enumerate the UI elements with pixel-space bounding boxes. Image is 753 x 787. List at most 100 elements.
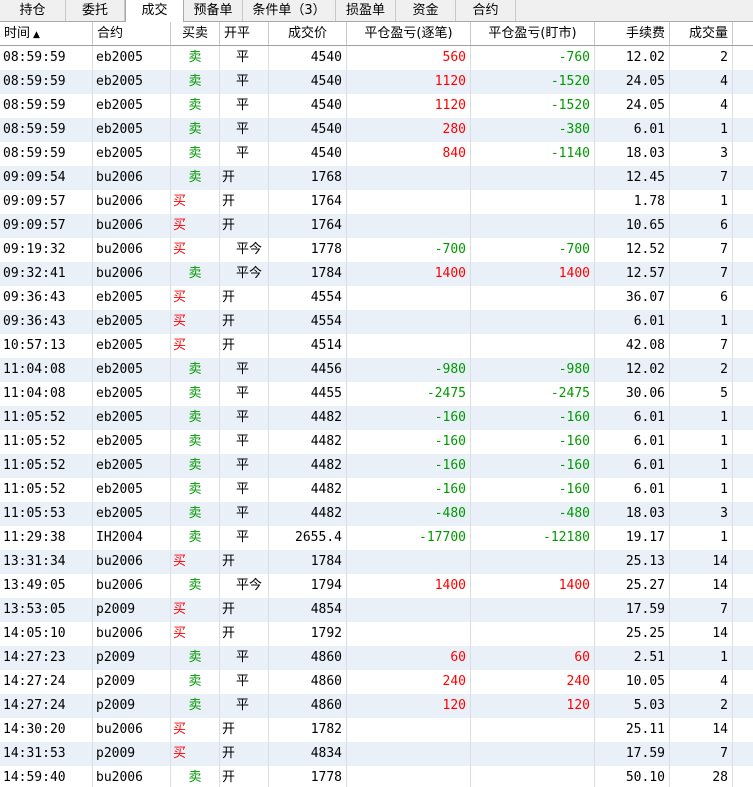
table-row[interactable]: 11:29:38 IH2004 卖平 2655.4 -17700 -12180 19.17 1	[0, 526, 753, 550]
table-row[interactable]: 09:09:57 bu2006 买开 1764 10.65 6	[0, 214, 753, 238]
table-row[interactable]: 13:53:05 p2009 买开 4854 17.59 7	[0, 598, 753, 622]
cell-time: 08:59:59	[0, 70, 93, 94]
table-row[interactable]: 14:27:24 p2009 卖平 4860 120 120 5.03 2	[0, 694, 753, 718]
cell-pnl-mtm	[471, 166, 595, 190]
header-open-close-label: 开平	[224, 26, 251, 41]
cell-side: 卖	[171, 574, 220, 598]
cell-contract: bu2006	[93, 262, 171, 286]
table-row[interactable]: 11:04:08 eb2005 卖平 4455 -2475 -2475 30.06 5	[0, 382, 753, 406]
tab-trades[interactable]: 成交	[125, 0, 184, 22]
cell-pnl-trade: 1400	[347, 574, 471, 598]
header-time[interactable]: 时间 ▲	[0, 22, 93, 45]
cell-volume: 14	[670, 574, 733, 598]
cell-filler	[733, 46, 753, 70]
header-pnl-mtm[interactable]: 平仓盈亏(盯市)	[471, 22, 595, 45]
cell-volume: 14	[670, 550, 733, 574]
cell-price: 4860	[269, 694, 347, 718]
cell-contract: eb2005	[93, 406, 171, 430]
cell-price: 4554	[269, 310, 347, 334]
tab-stop-profit-loss[interactable]: 损盈单	[336, 0, 396, 21]
table-row[interactable]: 09:32:41 bu2006 卖平今 1784 1400 1400 12.57 7	[0, 262, 753, 286]
table-row[interactable]: 08:59:59 eb2005 卖平 4540 840 -1140 18.03 3	[0, 142, 753, 166]
cell-filler	[733, 94, 753, 118]
table-row[interactable]: 11:05:53 eb2005 卖平 4482 -480 -480 18.03 3	[0, 502, 753, 526]
header-time-label: 时间	[4, 26, 31, 41]
cell-contract: eb2005	[93, 70, 171, 94]
cell-pnl-mtm: -160	[471, 430, 595, 454]
cell-volume: 7	[670, 166, 733, 190]
cell-filler	[733, 142, 753, 166]
cell-open-close: 平	[220, 430, 269, 454]
header-side[interactable]: 买卖	[171, 22, 220, 45]
table-row[interactable]: 11:05:52 eb2005 卖平 4482 -160 -160 6.01 1	[0, 478, 753, 502]
tab-orders[interactable]: 委托	[66, 0, 125, 21]
cell-side: 卖	[171, 382, 220, 406]
cell-price: 4514	[269, 334, 347, 358]
table-row[interactable]: 09:09:57 bu2006 买开 1764 1.78 1	[0, 190, 753, 214]
table-row[interactable]: 08:59:59 eb2005 卖平 4540 1120 -1520 24.05 4	[0, 70, 753, 94]
cell-time: 11:05:52	[0, 478, 93, 502]
table-row[interactable]: 09:36:43 eb2005 买开 4554 6.01 1	[0, 310, 753, 334]
cell-price: 4482	[269, 478, 347, 502]
header-pnl-trade[interactable]: 平仓盈亏(逐笔)	[347, 22, 471, 45]
cell-pnl-trade: -17700	[347, 526, 471, 550]
table-row[interactable]: 14:31:53 p2009 买开 4834 17.59 7	[0, 742, 753, 766]
table-row[interactable]: 09:36:43 eb2005 买开 4554 36.07 6	[0, 286, 753, 310]
header-price[interactable]: 成交价	[269, 22, 347, 45]
cell-pnl-trade: -160	[347, 430, 471, 454]
cell-price: 4860	[269, 670, 347, 694]
cell-side: 卖	[171, 46, 220, 70]
table-row[interactable]: 11:04:08 eb2005 卖平 4456 -980 -980 12.02 2	[0, 358, 753, 382]
table-row[interactable]: 11:05:52 eb2005 卖平 4482 -160 -160 6.01 1	[0, 430, 753, 454]
cell-contract: bu2006	[93, 190, 171, 214]
cell-pnl-mtm	[471, 190, 595, 214]
cell-pnl-mtm	[471, 286, 595, 310]
table-row[interactable]: 08:59:59 eb2005 卖平 4540 1120 -1520 24.05 4	[0, 94, 753, 118]
cell-fee: 18.03	[595, 142, 670, 166]
table-row[interactable]: 13:49:05 bu2006 卖平今 1794 1400 1400 25.27 14	[0, 574, 753, 598]
tab-contracts[interactable]: 合约	[456, 0, 516, 21]
table-row[interactable]: 11:05:52 eb2005 卖平 4482 -160 -160 6.01 1	[0, 454, 753, 478]
cell-open-close: 开	[220, 742, 269, 766]
cell-price: 4540	[269, 94, 347, 118]
table-row[interactable]: 14:05:10 bu2006 买开 1792 25.25 14	[0, 622, 753, 646]
tab-funds[interactable]: 资金	[396, 0, 456, 21]
cell-time: 09:09:57	[0, 190, 93, 214]
cell-volume: 1	[670, 430, 733, 454]
table-row[interactable]: 08:59:59 eb2005 卖平 4540 280 -380 6.01 1	[0, 118, 753, 142]
cell-side: 买	[171, 742, 220, 766]
cell-side: 卖	[171, 670, 220, 694]
cell-price: 4482	[269, 502, 347, 526]
table-row[interactable]: 09:09:54 bu2006 卖开 1768 12.45 7	[0, 166, 753, 190]
cell-pnl-trade	[347, 334, 471, 358]
table-row[interactable]: 09:19:32 bu2006 买平今 1778 -700 -700 12.52 7	[0, 238, 753, 262]
table-row[interactable]: 08:59:59 eb2005 卖平 4540 560 -760 12.02 2	[0, 46, 753, 70]
tab-positions[interactable]: 持仓	[0, 0, 66, 21]
table-row[interactable]: 14:27:23 p2009 卖平 4860 60 60 2.51 1	[0, 646, 753, 670]
header-volume[interactable]: 成交量	[670, 22, 733, 45]
table-row[interactable]: 14:30:20 bu2006 买开 1782 25.11 14	[0, 718, 753, 742]
table-row[interactable]: 14:59:40 bu2006 卖开 1778 50.10 28	[0, 766, 753, 787]
table-row[interactable]: 14:27:24 p2009 卖平 4860 240 240 10.05 4	[0, 670, 753, 694]
cell-pnl-trade	[347, 310, 471, 334]
header-fee[interactable]: 手续费	[595, 22, 670, 45]
table-row[interactable]: 11:05:52 eb2005 卖平 4482 -160 -160 6.01 1	[0, 406, 753, 430]
cell-filler	[733, 166, 753, 190]
cell-filler	[733, 406, 753, 430]
cell-pnl-mtm	[471, 622, 595, 646]
tab-conditional-orders[interactable]: 条件单（3）	[243, 0, 336, 21]
cell-contract: bu2006	[93, 622, 171, 646]
cell-open-close: 平	[220, 70, 269, 94]
table-row[interactable]: 10:57:13 eb2005 买开 4514 42.08 7	[0, 334, 753, 358]
tab-prepared-orders[interactable]: 预备单	[184, 0, 243, 21]
cell-pnl-trade: -700	[347, 238, 471, 262]
cell-fee: 25.11	[595, 718, 670, 742]
header-open-close[interactable]: 开平	[220, 22, 269, 45]
cell-fee: 6.01	[595, 118, 670, 142]
cell-fee: 24.05	[595, 94, 670, 118]
header-contract[interactable]: 合约	[93, 22, 171, 45]
tab-bar: 持仓 委托 成交 预备单 条件单（3） 损盈单 资金 合约	[0, 0, 753, 22]
cell-time: 14:27:23	[0, 646, 93, 670]
cell-pnl-mtm: -380	[471, 118, 595, 142]
table-row[interactable]: 13:31:34 bu2006 买开 1784 25.13 14	[0, 550, 753, 574]
